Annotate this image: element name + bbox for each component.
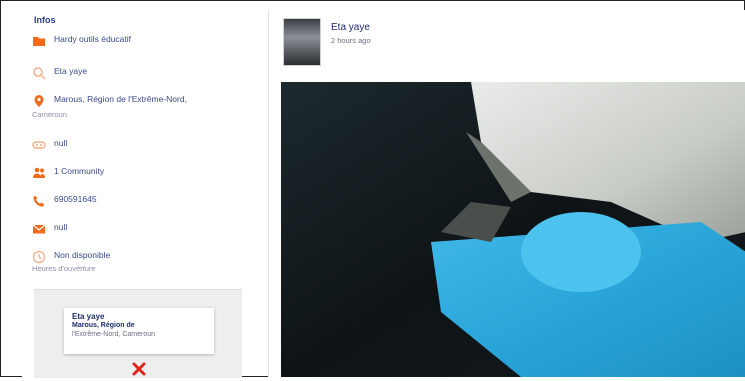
info-row-community[interactable]: 1 Community xyxy=(32,166,104,180)
post-card: Eta yaye 2 hours ago xyxy=(268,10,745,377)
map-popup-address: Marous, Région de xyxy=(72,322,135,329)
info-panel: Infos Hardy outils éducatif Eta yaye Mar… xyxy=(22,6,242,378)
info-address: Marous, Région de l'Extrême-Nord, xyxy=(54,94,187,105)
post-author[interactable]: Eta yaye xyxy=(331,22,370,33)
info-name: Eta yaye xyxy=(54,66,88,76)
location-map[interactable]: Eta yaye Marous, Région de l'Extrême-Nor… xyxy=(34,289,242,378)
avatar[interactable] xyxy=(283,18,321,66)
clock-icon xyxy=(32,250,46,264)
map-popup: Eta yaye Marous, Région de l'Extrême-Nor… xyxy=(64,308,214,354)
info-row-hours[interactable]: Non disponible xyxy=(32,250,110,264)
info-phone: 690591645 xyxy=(54,194,97,204)
users-icon xyxy=(32,166,46,180)
info-hours: Non disponible xyxy=(54,250,111,260)
post-photo[interactable] xyxy=(281,82,745,377)
info-row-name[interactable]: Eta yaye xyxy=(32,66,87,80)
mail-icon xyxy=(32,222,46,236)
link-icon xyxy=(32,138,46,152)
info-row-phone[interactable]: 690591645 xyxy=(32,194,97,208)
info-address-country: Cameroun xyxy=(32,110,68,119)
info-row-category[interactable]: Hardy outils éducatif xyxy=(32,34,131,48)
info-website: null xyxy=(54,138,68,148)
info-hours-label: Heures d'ouverture xyxy=(32,264,96,273)
map-pin-icon xyxy=(32,94,46,108)
post-time: 2 hours ago xyxy=(331,36,371,45)
map-popup-region: l'Extrême-Nord, Cameroun xyxy=(72,331,156,338)
folder-icon xyxy=(32,34,46,48)
info-community: 1 Community xyxy=(54,166,105,176)
info-title: Infos xyxy=(34,15,56,25)
phone-icon xyxy=(32,194,46,208)
info-row-address[interactable]: Marous, Région de l'Extrême-Nord, xyxy=(32,94,187,108)
map-marker-icon[interactable] xyxy=(132,362,146,376)
info-row-website[interactable]: null xyxy=(32,138,67,152)
search-icon xyxy=(32,66,46,80)
map-popup-name: Eta yaye xyxy=(72,312,105,321)
info-category: Hardy outils éducatif xyxy=(54,34,132,44)
info-address-line: Marous, Région de l'Extrême-Nord, xyxy=(54,94,187,104)
info-email: null xyxy=(54,222,68,232)
info-row-email[interactable]: null xyxy=(32,222,67,236)
